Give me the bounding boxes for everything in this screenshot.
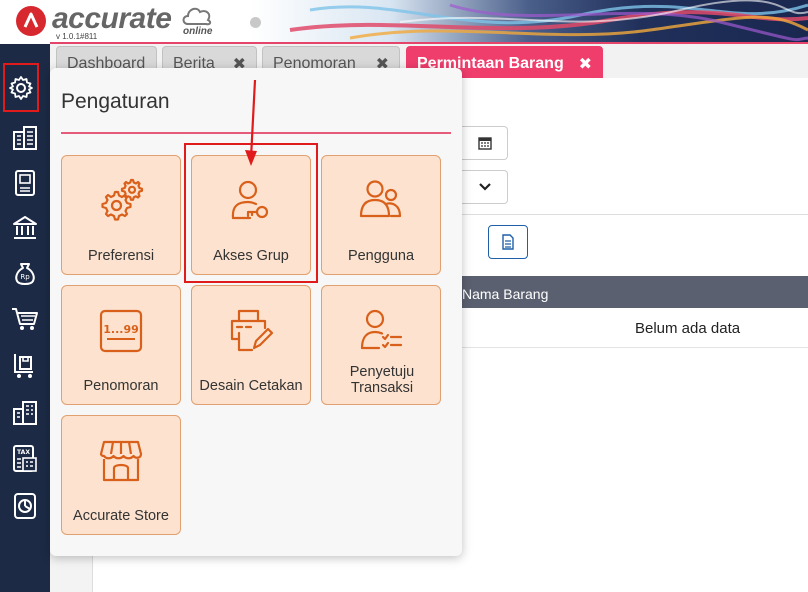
users-icon [359, 180, 402, 218]
arrow-down-icon [245, 79, 257, 166]
numbering-icon: 1...99 [99, 309, 143, 353]
money-bag-icon: Rp [15, 263, 35, 285]
warehouse-icon [13, 401, 37, 425]
status-dot [250, 17, 261, 28]
document-button[interactable] [488, 225, 528, 259]
close-icon[interactable]: ✖ [579, 54, 592, 74]
gear-icon [9, 75, 33, 100]
tile-penyetuju-transaksi[interactable]: Penyetuju Transaksi [321, 285, 441, 405]
tile-label: Preferensi [87, 248, 155, 264]
cloud-icon [182, 7, 212, 26]
inventory-cart-icon [14, 354, 33, 378]
print-design-icon [230, 309, 274, 352]
accurate-logo-icon [16, 6, 46, 36]
gears-icon [101, 178, 144, 221]
tile-penomoran[interactable]: 1...99 Penomoran [61, 285, 181, 405]
report-chart-icon [14, 493, 36, 519]
tax-icon: TAX [13, 445, 37, 472]
ledger-book-icon [15, 170, 35, 196]
building-icon [13, 126, 37, 150]
app-header: accurate online v 1.0.1#811 [0, 0, 808, 44]
grid-column-header: Nama Barang [462, 276, 808, 308]
tile-label: Penyetuju Transaksi [349, 364, 415, 396]
tile-desain-cetakan[interactable]: Desain Cetakan [191, 285, 311, 405]
panel-title: Pengaturan [61, 90, 170, 113]
sidebar-item-inventory[interactable] [4, 345, 46, 387]
svg-text:TAX: TAX [17, 449, 30, 456]
grid-empty-row: Belum ada data [462, 308, 808, 348]
sidebar-item-company[interactable] [4, 117, 46, 159]
svg-text:Rp: Rp [20, 273, 30, 281]
app-logo-suffix: online [183, 26, 213, 37]
tile-label: Pengguna [347, 248, 415, 264]
chevron-down-icon [478, 183, 491, 191]
sidebar-item-bank[interactable] [4, 207, 46, 249]
sidebar-item-settings[interactable] [3, 63, 39, 112]
numbering-icon-text: 1...99 [103, 323, 139, 336]
store-icon [99, 440, 143, 482]
app-version: v 1.0.1#811 [56, 32, 98, 41]
document-icon [502, 234, 514, 250]
tile-label: Desain Cetakan [199, 378, 303, 394]
tile-pengguna[interactable]: Pengguna [321, 155, 441, 275]
sidebar-item-assets[interactable] [4, 392, 46, 434]
user-checklist-icon [360, 309, 403, 350]
column-nama-barang: Nama Barang [462, 286, 549, 302]
tile-label: Accurate Store [73, 508, 169, 524]
date-picker-button[interactable] [462, 126, 508, 160]
header-wave-decoration [250, 0, 808, 44]
tile-preferensi[interactable]: Preferensi [61, 155, 181, 275]
sidebar-item-ledger[interactable] [4, 162, 46, 204]
app-logo-text: accurate [52, 2, 172, 35]
shopping-cart-icon [12, 308, 38, 330]
sidebar-item-tax[interactable]: TAX [4, 438, 46, 480]
calendar-icon [477, 137, 492, 150]
empty-message: Belum ada data [635, 320, 741, 337]
sidebar-item-sales[interactable] [4, 298, 46, 340]
tile-label: Penomoran [83, 378, 159, 394]
tile-accurate-store[interactable]: Accurate Store [61, 415, 181, 535]
sidebar-item-cash[interactable]: Rp [4, 252, 46, 294]
bank-icon [13, 216, 37, 239]
dropdown-select[interactable] [462, 170, 508, 204]
sidebar-item-reports[interactable] [4, 485, 46, 527]
